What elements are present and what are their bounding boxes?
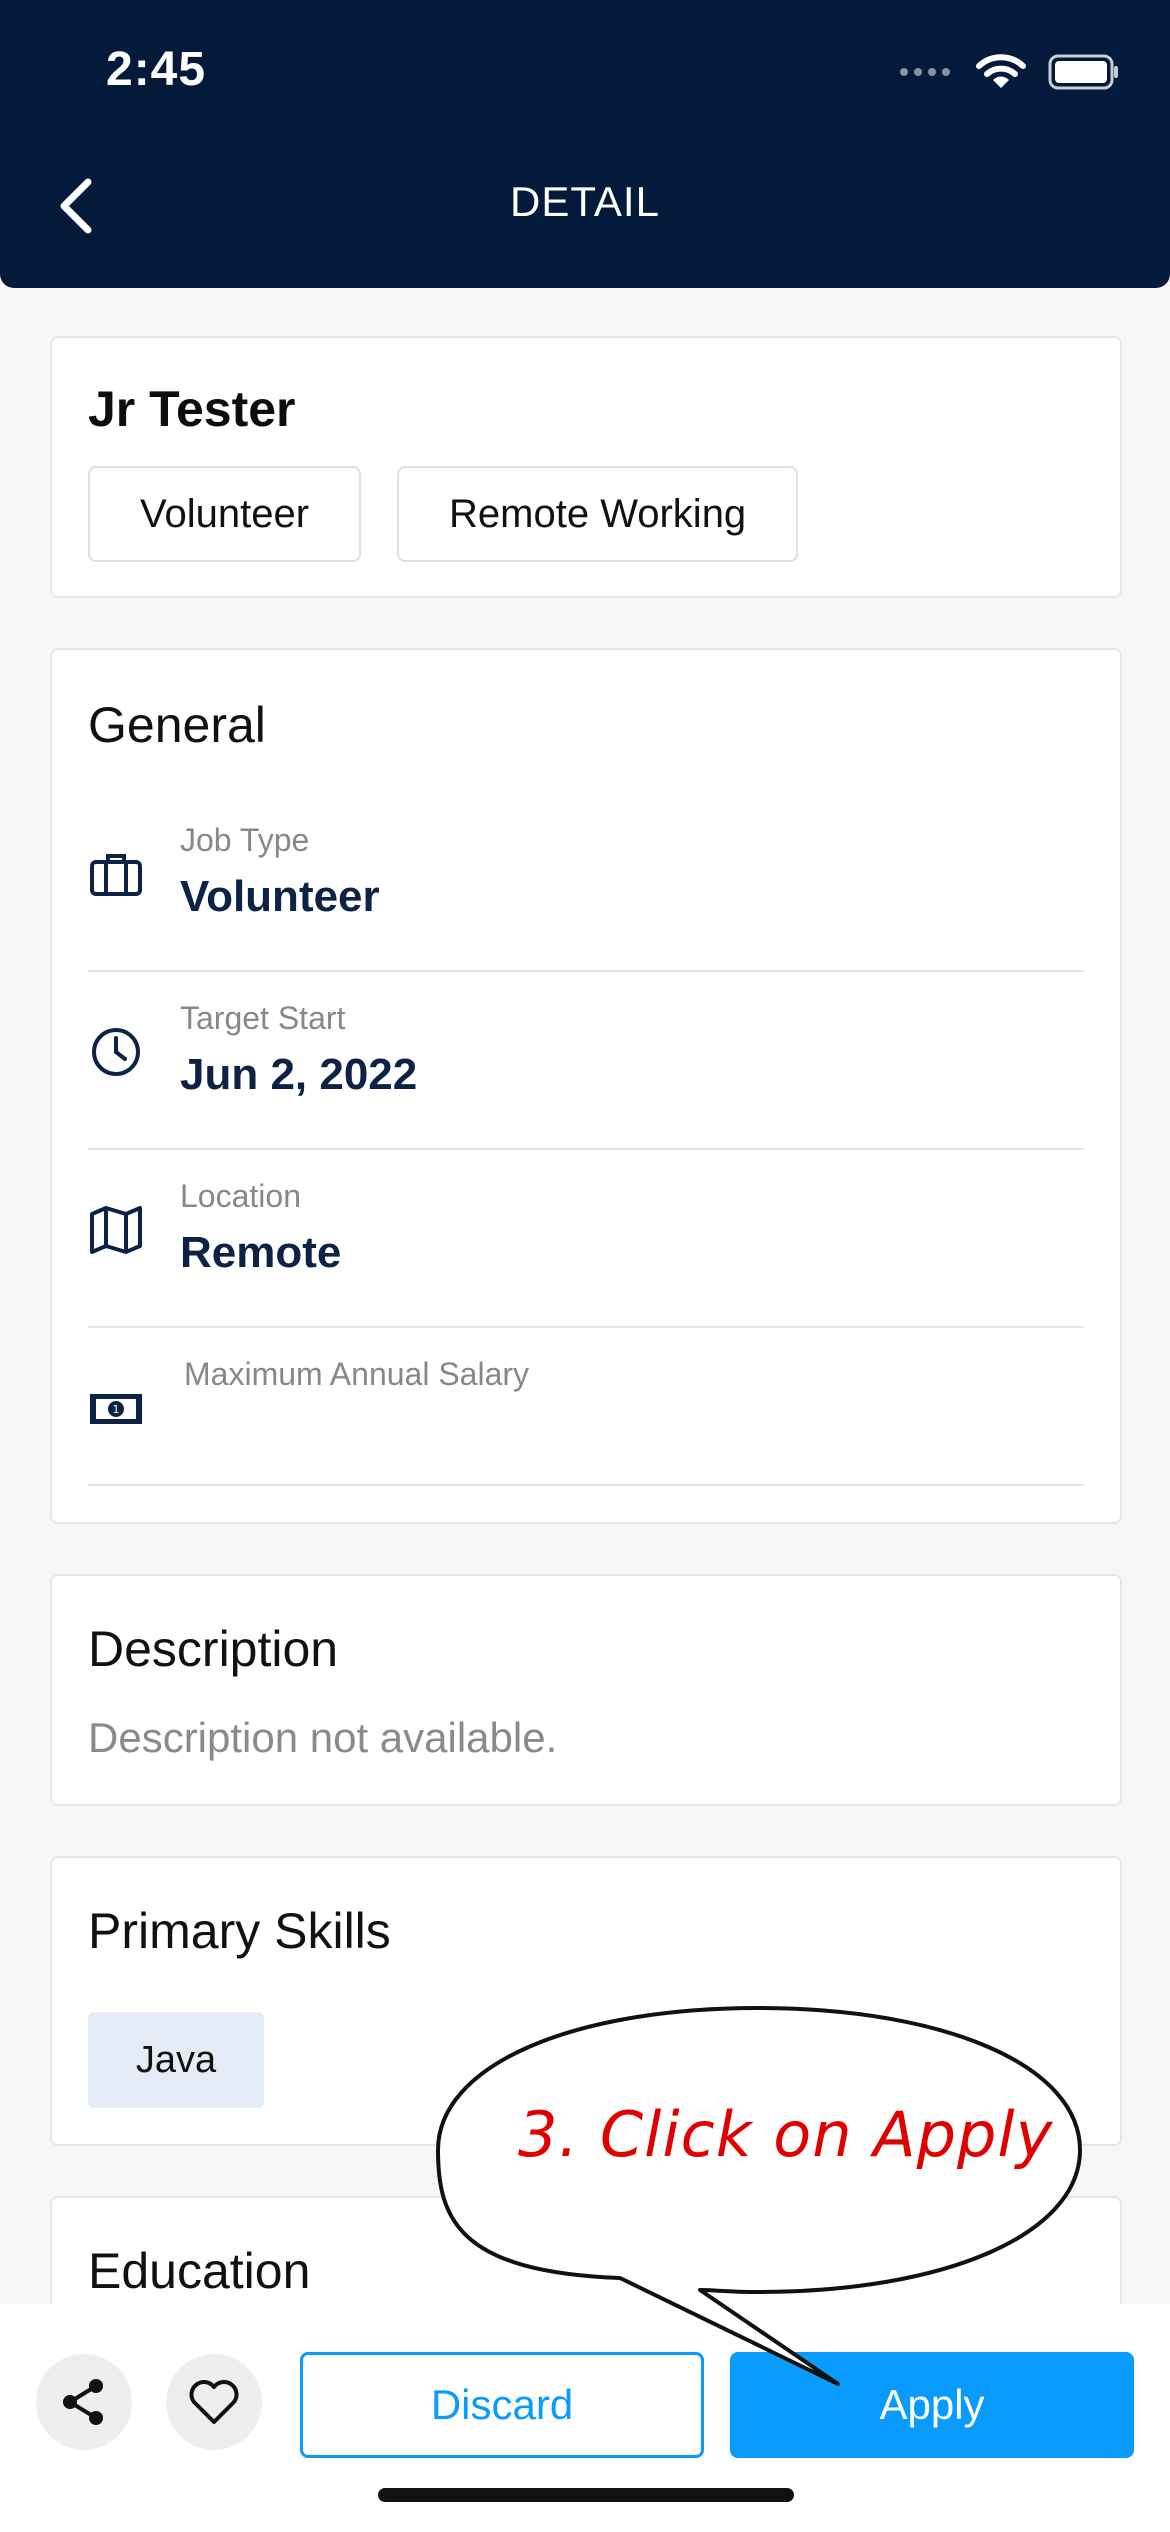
heart-icon: [189, 2380, 239, 2424]
battery-icon: [1048, 54, 1118, 90]
description-card: Description Description not available.: [50, 1574, 1122, 1806]
description-title: Description: [88, 1621, 339, 1677]
job-type-label: Job Type: [180, 822, 310, 858]
clock-icon: [92, 1028, 140, 1076]
info-row-max-salary: 1 Maximum Annual Salary: [88, 1328, 1084, 1486]
info-row-job-type: Job Type Volunteer: [88, 794, 1084, 972]
share-button[interactable]: [36, 2354, 132, 2450]
map-icon: [90, 1206, 142, 1254]
max-salary-label: Maximum Annual Salary: [184, 1356, 530, 1392]
job-summary-card: Jr Tester Volunteer Remote Working: [50, 336, 1122, 598]
target-start-label: Target Start: [180, 1000, 346, 1036]
job-title: Jr Tester: [88, 381, 296, 437]
education-title: Education: [88, 2243, 311, 2299]
annotation-text: 3. Click on Apply: [518, 2098, 1054, 2171]
general-title: General: [88, 697, 266, 753]
app-header: 2:45 DETAIL: [0, 0, 1170, 288]
info-row-target-start: Target Start Jun 2, 2022: [88, 972, 1084, 1150]
page-title: DETAIL: [510, 178, 660, 225]
general-card: General Job Type Volunteer Target Start …: [50, 648, 1122, 1524]
status-time: 2:45: [106, 43, 207, 96]
cellular-signal-icon: [900, 68, 950, 76]
apply-button[interactable]: Apply: [730, 2352, 1134, 2458]
discard-button[interactable]: Discard: [300, 2352, 704, 2458]
job-tags: Volunteer Remote Working: [88, 466, 799, 562]
favorite-button[interactable]: [166, 2354, 262, 2450]
info-row-location: Location Remote: [88, 1150, 1084, 1328]
skill-chip-java: Java: [88, 2012, 264, 2108]
job-type-value: Volunteer: [180, 872, 380, 921]
home-indicator: [378, 2488, 794, 2502]
svg-text:1: 1: [113, 1403, 120, 1416]
tag-volunteer: Volunteer: [88, 466, 362, 562]
wifi-icon: [976, 54, 1026, 88]
primary-skills-title: Primary Skills: [88, 1903, 391, 1959]
location-value: Remote: [180, 1228, 342, 1277]
briefcase-icon: [90, 854, 142, 896]
target-start-value: Jun 2, 2022: [180, 1050, 418, 1099]
status-icons: [898, 52, 1120, 92]
share-icon: [63, 2379, 103, 2425]
tag-remote-working: Remote Working: [397, 466, 799, 562]
location-label: Location: [180, 1178, 301, 1214]
money-icon: 1: [90, 1394, 142, 1424]
description-text: Description not available.: [88, 1714, 558, 1761]
